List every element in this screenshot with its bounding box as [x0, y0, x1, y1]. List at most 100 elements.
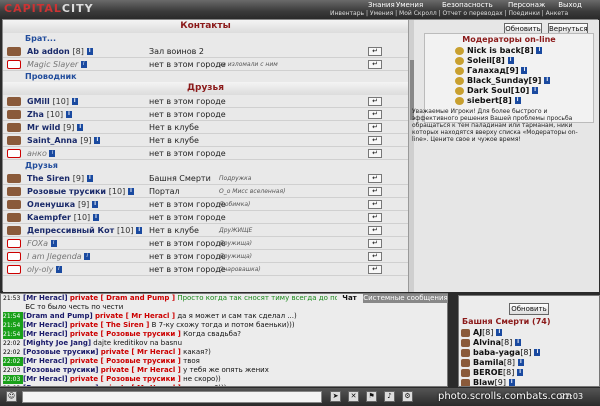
chat-sender[interactable]: [Розовые трусики]: [23, 384, 99, 386]
location-person[interactable]: baba-yaga[8] i: [459, 348, 599, 358]
chat-sender[interactable]: [Mr Heracl]: [23, 294, 68, 302]
moderator-item[interactable]: Black_Sunday[9] i: [425, 76, 593, 86]
info-icon[interactable]: i: [507, 57, 514, 64]
message-button[interactable]: ↵: [368, 187, 382, 196]
info-icon[interactable]: i: [536, 47, 543, 54]
contact-row[interactable]: Оленушка [9] i нет в этом городе Любимка) ↵: [3, 198, 408, 211]
contact-name[interactable]: Депрессивный Кот [10] i: [27, 224, 143, 237]
moderator-item[interactable]: Soleil[8] i: [425, 56, 593, 66]
contact-name[interactable]: анко i: [27, 147, 56, 160]
contact-row[interactable]: Ab addon [8] i Зал воинов 2 ↵: [3, 45, 408, 58]
menu-knowledge[interactable]: Знания: [368, 1, 395, 9]
chat-input[interactable]: [22, 391, 322, 403]
chat-sender[interactable]: [Mr Heracl]: [23, 330, 68, 338]
info-icon[interactable]: i: [136, 227, 143, 234]
info-icon[interactable]: i: [128, 188, 134, 195]
tab-chat[interactable]: Чат: [337, 294, 362, 303]
info-icon[interactable]: i: [534, 349, 541, 356]
info-icon[interactable]: i: [514, 97, 521, 104]
menu-exit[interactable]: Выход: [558, 1, 582, 9]
location-person[interactable]: Blaw[9] i: [459, 378, 599, 386]
moderator-item[interactable]: Nick is back[8] i: [425, 46, 593, 56]
chat-private-target[interactable]: private [ Mr Heracl ]: [101, 384, 181, 386]
message-button[interactable]: ↵: [368, 252, 382, 261]
location-person[interactable]: AJ[8] i: [459, 328, 599, 338]
chat-sender[interactable]: [Mr Heracl]: [23, 375, 68, 383]
chat-private-target[interactable]: private [ The Siren ]: [70, 321, 150, 329]
info-icon[interactable]: i: [84, 253, 91, 260]
info-icon[interactable]: i: [86, 48, 93, 55]
contact-name[interactable]: The Siren [9] i: [27, 172, 93, 185]
chat-sender[interactable]: [Розовые трусики]: [23, 366, 99, 374]
chat-sender[interactable]: [Mighty Joe Jang]: [23, 339, 91, 347]
contact-name[interactable]: Оленушка [9] i: [27, 198, 99, 211]
chat-sender[interactable]: [Розовые трусики]: [23, 348, 99, 356]
info-icon[interactable]: i: [517, 369, 524, 376]
chat-private-target[interactable]: private [ Розовые трусики ]: [70, 357, 181, 365]
chat-sender[interactable]: [Dram and Pump]: [23, 312, 93, 320]
contact-name[interactable]: Kaempfer [10] i: [27, 211, 99, 224]
contact-row[interactable]: Kaempfer [10] i нет в этом городе ↵: [3, 211, 408, 224]
location-person[interactable]: Alvina[8] i: [459, 338, 599, 348]
moderator-item[interactable]: Галахад[9] i: [425, 66, 593, 76]
contact-row[interactable]: Депрессивный Кот [10] i Нет в клубе ДруЖИЩ…: [3, 224, 408, 237]
moderator-item[interactable]: siebert[8] i: [425, 96, 593, 106]
contact-row[interactable]: Розовые трусики [10] i Портал О_о Мисс все…: [3, 185, 408, 198]
contact-row[interactable]: I am Jlegenda i нет в этом городе Дружища)…: [3, 250, 408, 263]
info-icon[interactable]: i: [71, 98, 78, 105]
contact-name[interactable]: Saint_Anna [9] i: [27, 134, 101, 147]
contact-name[interactable]: Розовые трусики [10] i: [27, 185, 134, 198]
info-icon[interactable]: i: [496, 329, 503, 336]
contact-row[interactable]: FOXa i нет в этом городе Дружища) ↵: [3, 237, 408, 250]
clear-icon[interactable]: ✕: [348, 391, 359, 402]
message-button[interactable]: ↵: [368, 213, 382, 222]
chat-sender[interactable]: [Mr Heracl]: [23, 321, 68, 329]
chat-sender[interactable]: [Mr Heracl]: [23, 357, 68, 365]
menu-security[interactable]: Безопасность: [442, 1, 493, 9]
info-icon[interactable]: i: [77, 124, 84, 131]
info-icon[interactable]: i: [508, 379, 515, 386]
info-icon[interactable]: i: [94, 137, 101, 144]
contact-row[interactable]: Saint_Anna [9] i Нет в клубе ↵: [3, 134, 408, 147]
settings-icon[interactable]: ⚙: [402, 391, 413, 402]
contact-name[interactable]: Mr wild [9] i: [27, 121, 84, 134]
info-icon[interactable]: i: [521, 67, 528, 74]
contact-row[interactable]: Mr wild [9] i Нет в клубе ↵: [3, 121, 408, 134]
contact-name[interactable]: FOXa i: [27, 237, 57, 250]
info-icon[interactable]: i: [50, 240, 57, 247]
moderator-item[interactable]: Dark Soul[10] i: [425, 86, 593, 96]
contact-name[interactable]: GMill [10] i: [27, 95, 78, 108]
info-icon[interactable]: i: [515, 339, 522, 346]
contact-name[interactable]: oly-oly i: [27, 263, 62, 276]
info-icon[interactable]: i: [49, 150, 56, 157]
message-button[interactable]: ↵: [368, 60, 382, 69]
filter-icon[interactable]: ⚑: [366, 391, 377, 402]
contact-row[interactable]: анко i нет в этом городе ↵: [3, 147, 408, 160]
contact-name[interactable]: Ab addon [8] i: [27, 45, 93, 58]
location-person[interactable]: BEROE[8] i: [459, 368, 599, 378]
info-icon[interactable]: i: [80, 61, 87, 68]
message-button[interactable]: ↵: [368, 47, 382, 56]
message-button[interactable]: ↵: [368, 200, 382, 209]
info-icon[interactable]: i: [86, 175, 93, 182]
smile-icon[interactable]: ☺: [6, 391, 17, 402]
contact-name[interactable]: Zha [10] i: [27, 108, 72, 121]
contact-row[interactable]: Zha [10] i нет в этом городе ↵: [3, 108, 408, 121]
menu-character[interactable]: Персонаж: [508, 1, 545, 9]
message-button[interactable]: ↵: [368, 226, 382, 235]
chat-private-target[interactable]: private [ Dram and Pump ]: [70, 294, 175, 302]
chat-private-target[interactable]: private [ Розовые трусики ]: [70, 330, 181, 338]
chat-private-target[interactable]: private [ Mr Heracl ]: [95, 312, 175, 320]
info-icon[interactable]: i: [92, 214, 99, 221]
info-icon[interactable]: i: [544, 77, 551, 84]
info-icon[interactable]: i: [517, 359, 524, 366]
submenu-links[interactable]: Инвентарь | Умения | Мой Скролл | Отчет …: [330, 10, 600, 19]
tab-system-messages[interactable]: Системные сообщения: [363, 294, 448, 303]
chat-private-target[interactable]: private [ Розовые трусики ]: [70, 375, 181, 383]
location-refresh-button[interactable]: Обновить: [509, 303, 549, 315]
send-icon[interactable]: ➤: [330, 391, 341, 402]
contact-row[interactable]: Magic Slayer i нет в этом городе за излома…: [3, 58, 408, 71]
chat-private-target[interactable]: private [ Mr Heracl ]: [101, 348, 181, 356]
sound-icon[interactable]: ♪: [384, 391, 395, 402]
message-button[interactable]: ↵: [368, 136, 382, 145]
